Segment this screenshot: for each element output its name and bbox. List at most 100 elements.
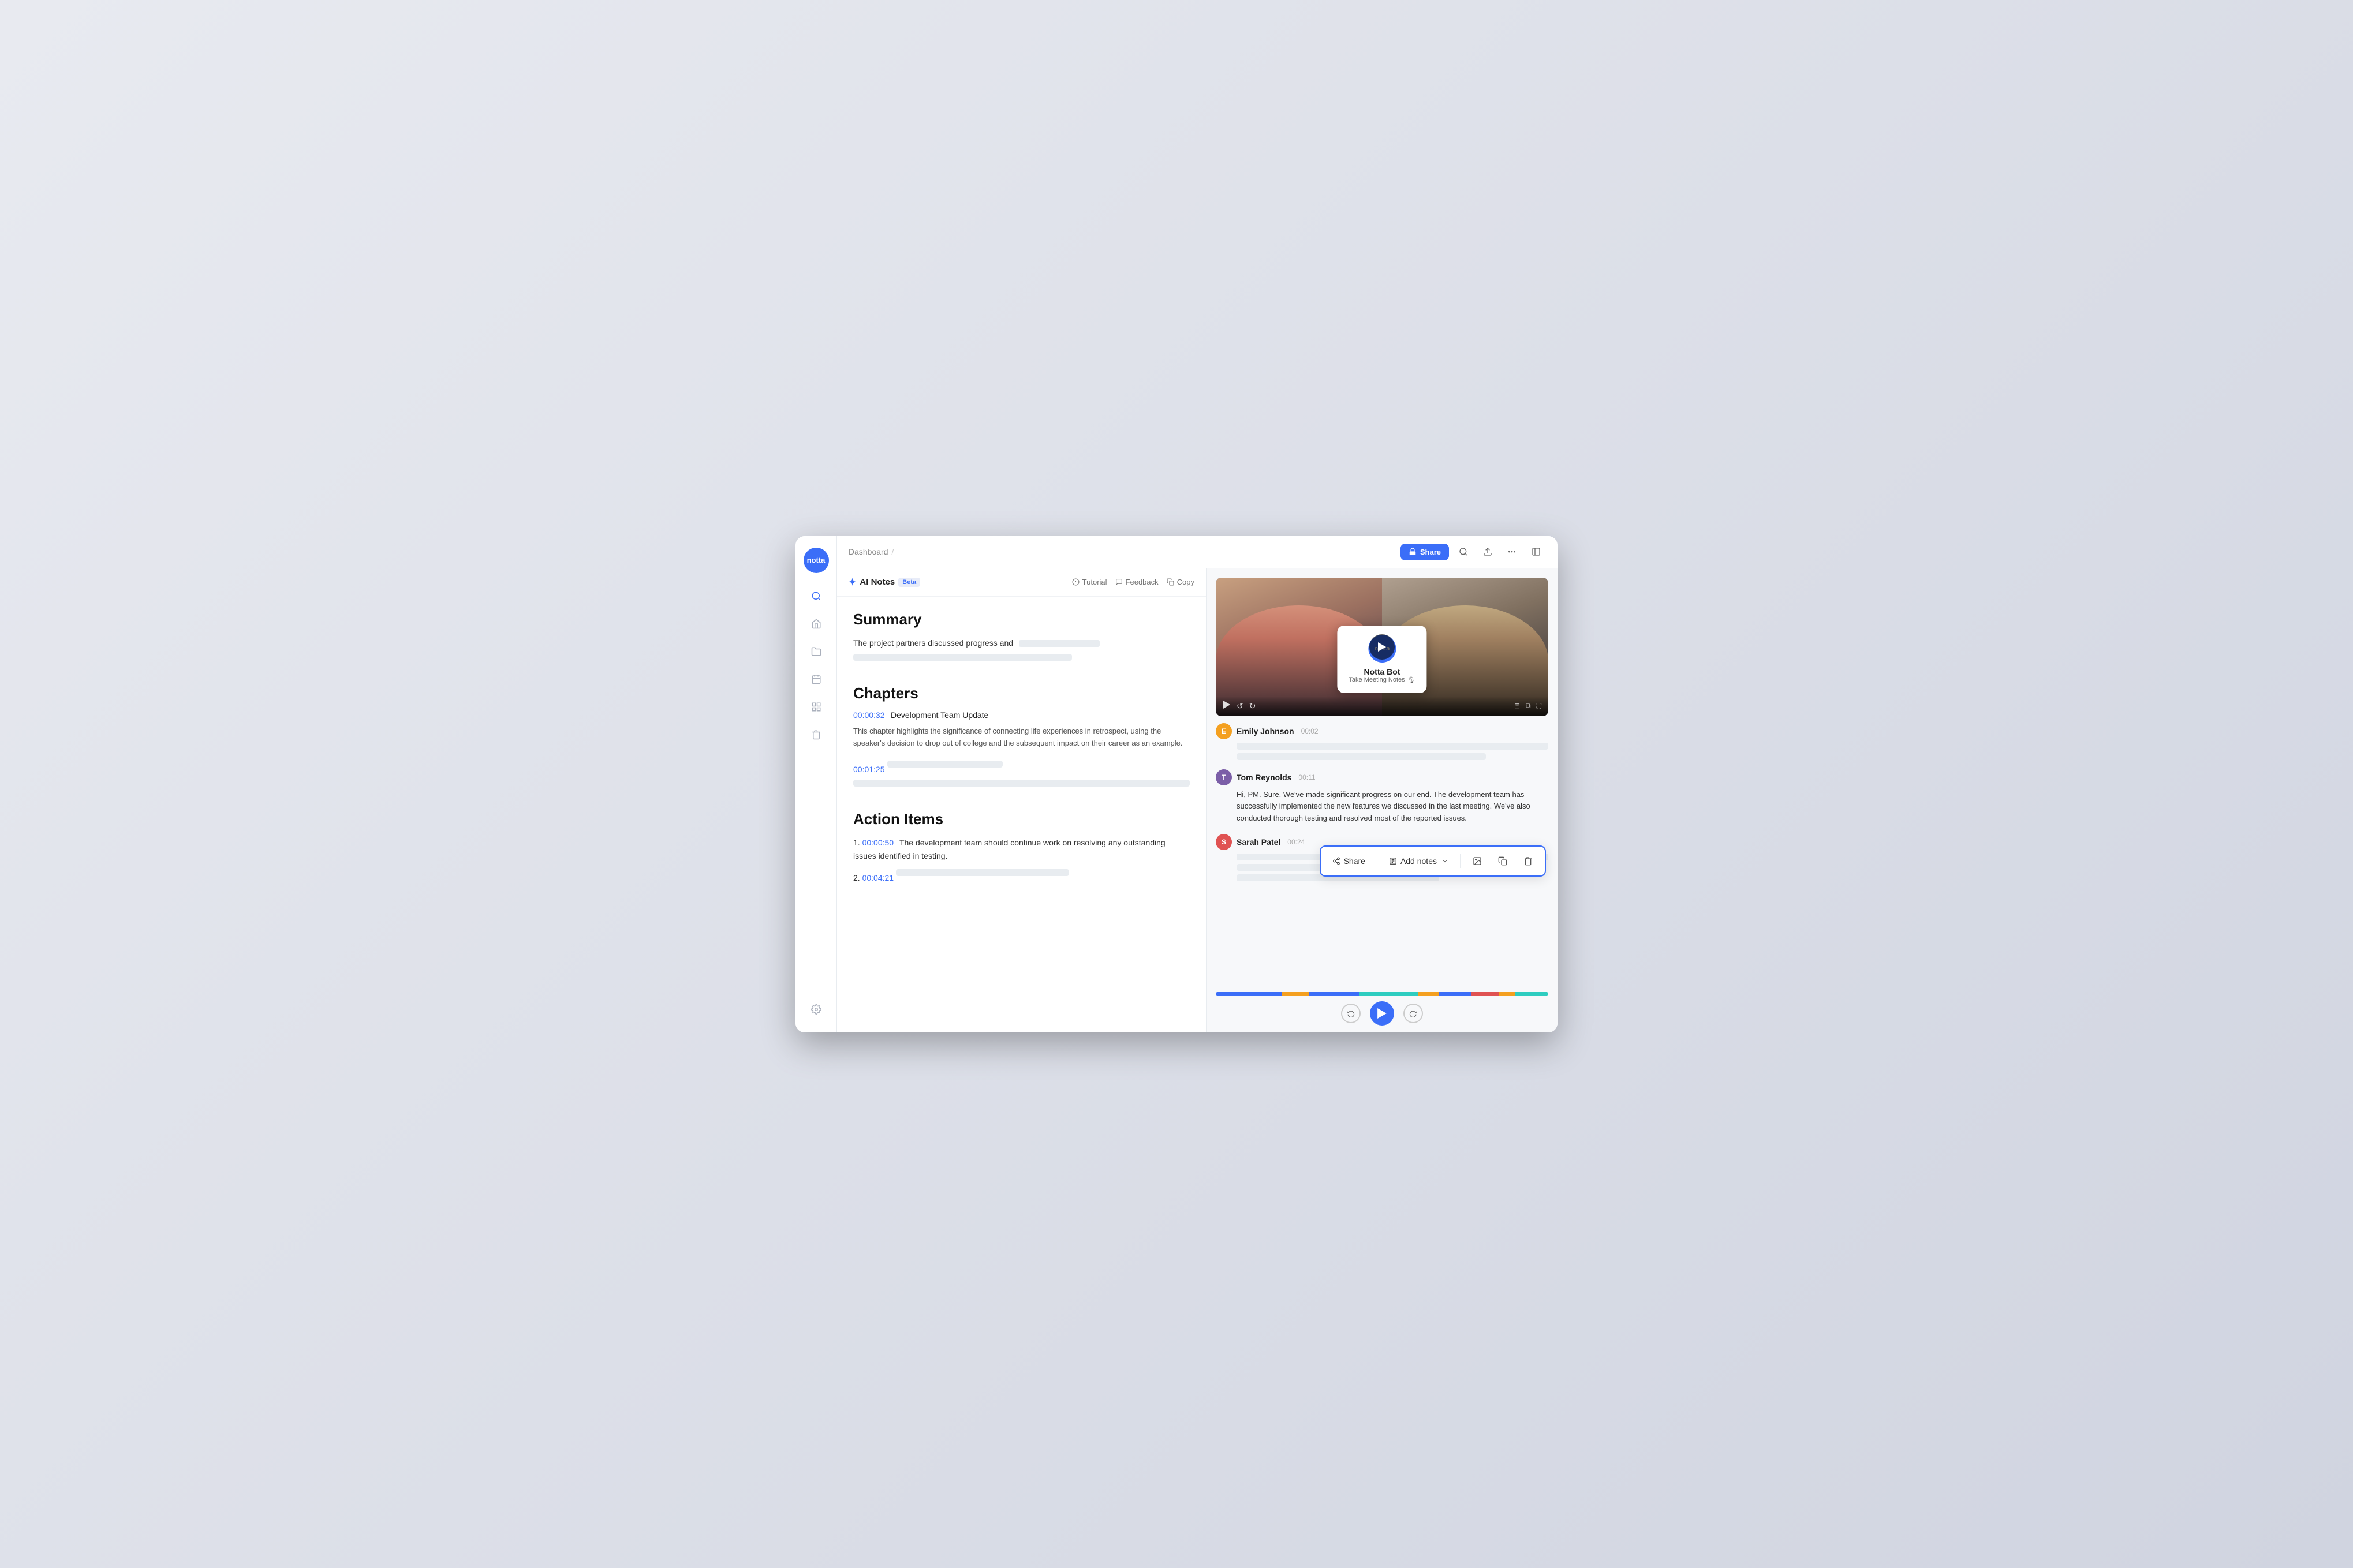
export-button[interactable] <box>1478 542 1497 562</box>
tom-avatar: T <box>1216 769 1232 785</box>
chapter-1-time[interactable]: 00:00:32 <box>853 710 885 720</box>
sarah-name: Sarah Patel <box>1237 837 1280 847</box>
seg-6 <box>1439 992 1472 996</box>
search-header-button[interactable] <box>1454 542 1473 562</box>
sidebar-item-home[interactable] <box>805 612 828 635</box>
sidebar-item-folder[interactable] <box>805 640 828 663</box>
action-1-time[interactable]: 00:00:50 <box>862 838 894 847</box>
body-split: ✦ AI Notes Beta Tutorial Feedback <box>837 568 1558 1032</box>
left-content: Summary The project partners discussed p… <box>837 597 1206 1032</box>
chapter-1-name: Development Team Update <box>891 710 988 720</box>
ai-notes-title: ✦ AI Notes Beta <box>849 577 920 588</box>
ai-icon: ✦ <box>849 577 856 588</box>
ai-notes-actions: Tutorial Feedback Copy <box>1072 578 1194 586</box>
chapter-1-desc: This chapter highlights the significance… <box>853 725 1190 750</box>
video-play-ctrl[interactable] <box>1223 701 1231 712</box>
video-pip-ctrl[interactable]: ⧉ <box>1526 702 1531 710</box>
playback-controls <box>1216 1001 1548 1026</box>
chapter-2-placeholder <box>887 761 1003 768</box>
tutorial-button[interactable]: Tutorial <box>1072 578 1107 586</box>
more-button[interactable] <box>1502 542 1522 562</box>
header-actions: Share <box>1400 542 1546 562</box>
sidebar-item-search[interactable] <box>805 585 828 608</box>
action-popup: Share Add notes <box>1320 845 1546 877</box>
breadcrumb-home[interactable]: Dashboard <box>849 547 888 556</box>
ai-notes-bar: ✦ AI Notes Beta Tutorial Feedback <box>837 568 1206 597</box>
chapter-item-1: 00:00:32 Development Team Update This ch… <box>853 710 1190 750</box>
main-content: Dashboard / Share <box>837 536 1558 1032</box>
forward-button[interactable] <box>1403 1004 1423 1023</box>
tom-text: Hi, PM. Sure. We've made significant pro… <box>1216 789 1548 825</box>
emily-time: 00:02 <box>1301 727 1319 735</box>
notta-bot-subtitle: Take Meeting Notes 🎙 <box>1349 676 1415 684</box>
panel-toggle-button[interactable] <box>1526 542 1546 562</box>
action-item-1: 1. 00:00:50 The development team should … <box>853 836 1190 862</box>
video-controls: ↺ ↻ ⊟ ⧉ ⛶ <box>1216 696 1548 716</box>
play-main-button[interactable] <box>1370 1001 1394 1026</box>
seg-8 <box>1499 992 1515 996</box>
chapters-heading: Chapters <box>853 684 1190 702</box>
emily-name: Emily Johnson <box>1237 727 1294 736</box>
summary-heading: Summary <box>853 611 1190 628</box>
video-right-controls: ⊟ ⧉ ⛶ <box>1514 702 1541 710</box>
sidebar: notta <box>795 536 837 1032</box>
progress-bar[interactable] <box>1216 992 1548 996</box>
tom-name: Tom Reynolds <box>1237 773 1291 782</box>
action-2-placeholder <box>896 869 1069 876</box>
video-bg: notta Notta Bot Take Meeting Notes 🎙 <box>1216 578 1548 716</box>
seg-3 <box>1309 992 1358 996</box>
popup-image-button[interactable] <box>1469 852 1486 870</box>
breadcrumb: Dashboard / <box>849 547 1400 556</box>
sarah-time: 00:24 <box>1287 838 1305 846</box>
copy-button[interactable]: Copy <box>1167 578 1194 586</box>
app-logo[interactable]: notta <box>804 548 829 573</box>
video-minimize-ctrl[interactable]: ⊟ <box>1514 702 1520 710</box>
video-play-button[interactable] <box>1369 634 1395 660</box>
video-forward-ctrl[interactable]: ↻ <box>1249 701 1256 711</box>
sidebar-item-calendar[interactable] <box>805 668 828 691</box>
popup-add-notes-button[interactable]: Add notes <box>1385 854 1452 868</box>
seg-2 <box>1282 992 1309 996</box>
action-2-time[interactable]: 00:04:21 <box>862 873 894 882</box>
popup-delete-button[interactable] <box>1519 852 1537 870</box>
app-window: notta <box>795 536 1558 1032</box>
video-player: notta Notta Bot Take Meeting Notes 🎙 <box>1216 578 1548 716</box>
left-panel: ✦ AI Notes Beta Tutorial Feedback <box>837 568 1207 1032</box>
video-rewind-ctrl[interactable]: ↺ <box>1237 701 1243 711</box>
sidebar-item-list[interactable] <box>805 695 828 718</box>
summary-text: The project partners discussed progress … <box>853 637 1190 649</box>
progress-section <box>1207 987 1558 1032</box>
rewind-button[interactable] <box>1341 1004 1361 1023</box>
popup-share-button[interactable]: Share <box>1329 854 1369 868</box>
tom-speaker: T Tom Reynolds 00:11 <box>1216 769 1548 785</box>
chapter-2-time[interactable]: 00:01:25 <box>853 765 885 774</box>
chapter-1-header: 00:00:32 Development Team Update <box>853 710 1190 721</box>
sidebar-item-trash[interactable] <box>805 723 828 746</box>
seg-5 <box>1418 992 1439 996</box>
transcript-entry-tom: T Tom Reynolds 00:11 Hi, PM. Sure. We've… <box>1216 769 1548 825</box>
beta-badge: Beta <box>898 578 920 587</box>
transcript-entry-emily: E Emily Johnson 00:02 <box>1216 723 1548 760</box>
tom-time: 00:11 <box>1298 773 1315 781</box>
share-button[interactable]: Share <box>1400 544 1449 560</box>
seg-7 <box>1471 992 1498 996</box>
notta-bot-name: Notta Bot <box>1349 667 1415 676</box>
breadcrumb-separator: / <box>892 547 894 556</box>
seg-9 <box>1515 992 1548 996</box>
popup-divider-2 <box>1460 854 1461 868</box>
emily-text-placeholder <box>1216 743 1548 760</box>
summary-placeholder-1 <box>853 654 1072 661</box>
chapter-item-2: 00:01:25 <box>853 761 1190 787</box>
video-fullscreen-ctrl[interactable]: ⛶ <box>1537 702 1541 710</box>
chapter-2-desc-placeholder <box>853 780 1190 787</box>
feedback-button[interactable]: Feedback <box>1115 578 1159 586</box>
emily-speaker: E Emily Johnson 00:02 <box>1216 723 1548 739</box>
right-panel: notta Notta Bot Take Meeting Notes 🎙 <box>1207 568 1558 1032</box>
action-items-heading: Action Items <box>853 810 1190 828</box>
popup-copy-button[interactable] <box>1494 852 1511 870</box>
sarah-avatar: S <box>1216 834 1232 850</box>
emily-avatar: E <box>1216 723 1232 739</box>
seg-4 <box>1359 992 1419 996</box>
seg-1 <box>1216 992 1282 996</box>
sidebar-settings[interactable] <box>805 998 828 1021</box>
